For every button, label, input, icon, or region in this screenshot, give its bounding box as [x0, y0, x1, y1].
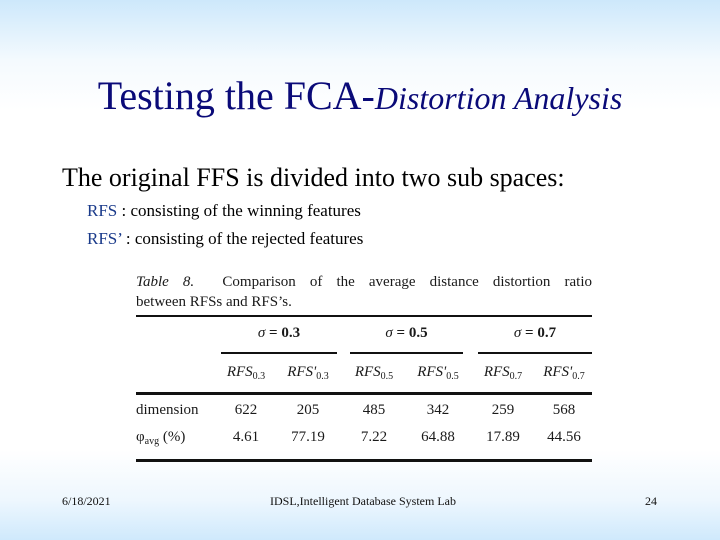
table-cell: 44.56	[547, 429, 581, 445]
column-header: RFS'0.7	[534, 364, 594, 382]
footer-lab-name: IDSL,Intelligent Database System Lab	[270, 494, 456, 508]
sigma-symbol: σ	[385, 325, 393, 341]
title-main: Testing the FCA-	[97, 73, 375, 118]
table-caption-text: Comparison of the average distance disto…	[222, 274, 592, 290]
sigma-symbol: σ	[513, 325, 522, 341]
row-label-text: dimension	[136, 402, 199, 418]
comparison-table: Table 8. Comparison of the average dista…	[136, 270, 592, 465]
header-base: RFS'	[417, 364, 447, 380]
header-sub: 0.5	[446, 371, 459, 382]
column-header: RFS0.5	[344, 364, 404, 382]
table-cell: 17.89	[486, 429, 520, 445]
table-cell: 7.22	[360, 429, 388, 445]
table-cell: 205	[296, 402, 320, 418]
sigma-symbol: σ	[257, 325, 266, 341]
sigma-value: = 0.7	[525, 325, 557, 341]
header-sub: 0.7	[572, 371, 585, 382]
row-label-suffix: (%)	[159, 429, 186, 445]
bullet-rfs-prime: RFS’ : consisting of the rejected featur…	[87, 229, 363, 249]
bullet-rfs: RFS : consisting of the winning features	[87, 201, 361, 221]
group-rule	[221, 352, 337, 354]
title-italic: Distortion Analysis	[374, 80, 623, 116]
table-top-rule	[136, 315, 592, 317]
table-header-rule	[136, 392, 592, 395]
bullet-key: RFS	[87, 201, 118, 220]
table-cell: 77.19	[291, 429, 325, 445]
header-base: RFS	[354, 364, 381, 380]
column-header: RFS'0.5	[408, 364, 468, 382]
header-sub: 0.7	[509, 371, 523, 382]
header-sub: 0.3	[316, 371, 329, 382]
group-rule	[350, 352, 463, 354]
column-header: RFS0.7	[473, 364, 533, 382]
row-label-dimension: dimension	[136, 402, 199, 419]
group-rule	[478, 352, 592, 354]
column-header: RFS'0.3	[278, 364, 338, 382]
sigma-value: = 0.5	[396, 325, 428, 341]
header-base: RFS	[483, 364, 510, 380]
header-base: RFS'	[543, 364, 573, 380]
column-header: RFS0.3	[216, 364, 276, 382]
table-cell: 4.61	[232, 429, 260, 445]
sigma-group-header: σ = 0.7	[478, 325, 592, 342]
body-text: The original FFS is divided into two sub…	[62, 163, 565, 192]
table-caption-label: Table 8.	[136, 274, 195, 290]
table-cell: 259	[491, 402, 515, 418]
bullet-key: RFS’	[87, 229, 122, 248]
table-bottom-rule	[136, 459, 592, 462]
footer-page-number: 24	[645, 494, 657, 508]
slide-title: Testing the FCA-Distortion Analysis	[0, 70, 720, 124]
table-cell: 342	[426, 402, 450, 418]
table-cell: 64.88	[421, 429, 455, 445]
sigma-group-header: σ = 0.5	[350, 325, 463, 342]
row-label-text: φ	[136, 429, 145, 445]
header-base: RFS'	[287, 364, 317, 380]
row-label-phi-avg: φavg (%)	[136, 429, 185, 447]
header-sub: 0.5	[380, 371, 394, 382]
sigma-group-header: σ = 0.3	[221, 325, 337, 342]
header-base: RFS	[226, 364, 253, 380]
bullet-text: : consisting of the rejected features	[121, 229, 364, 248]
bullet-text: : consisting of the winning features	[117, 201, 361, 220]
sigma-value: = 0.3	[269, 325, 301, 341]
table-cell: 485	[362, 402, 386, 418]
header-sub: 0.3	[252, 371, 266, 382]
table-cell: 568	[552, 402, 576, 418]
table-caption-line2: between RFSs and RFS’s.	[136, 294, 292, 310]
table-cell: 622	[234, 402, 258, 418]
row-label-sub: avg	[144, 436, 160, 447]
table-caption-line1: Table 8. Comparison of the average dista…	[136, 274, 592, 291]
